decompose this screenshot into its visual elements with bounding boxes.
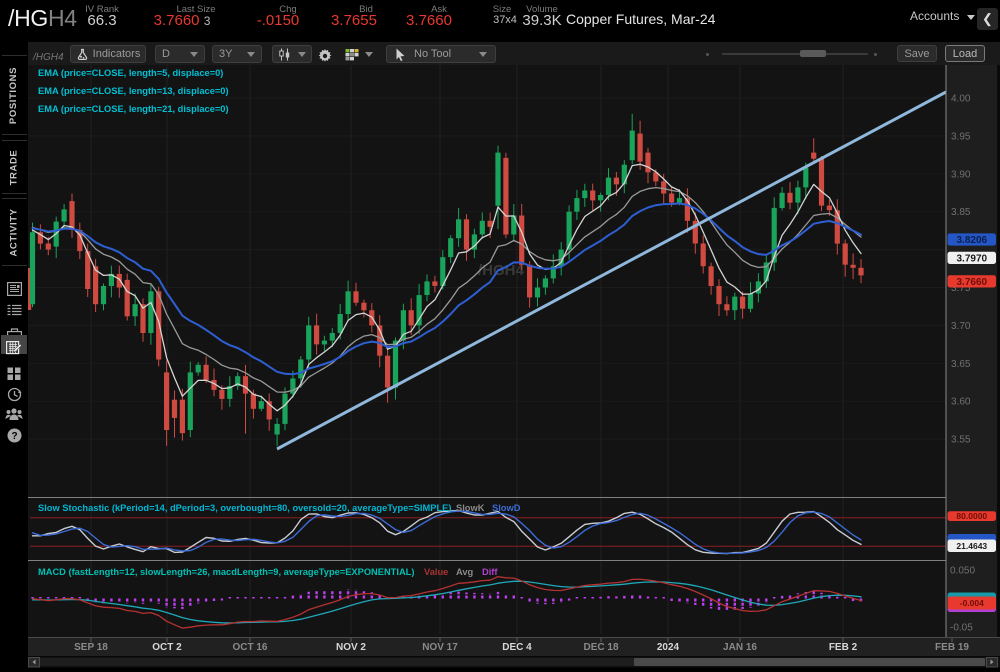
svg-text:Avg: Avg — [456, 567, 474, 577]
svg-text:-0.004: -0.004 — [960, 598, 984, 608]
svg-text:2024: 2024 — [657, 642, 680, 653]
svg-text:3.7660: 3.7660 — [957, 277, 988, 288]
svg-text:JAN 16: JAN 16 — [723, 642, 757, 653]
svg-text:3.95: 3.95 — [951, 131, 971, 142]
svg-text:DEC 4: DEC 4 — [502, 642, 532, 653]
svg-text:SlowK: SlowK — [456, 503, 485, 513]
svg-text:3.85: 3.85 — [951, 207, 971, 218]
svg-text:0.050: 0.050 — [950, 566, 975, 577]
svg-text:NOV 2: NOV 2 — [336, 642, 366, 653]
svg-text:EMA (price=CLOSE, length=13, d: EMA (price=CLOSE, length=13, displace=0) — [38, 86, 229, 96]
svg-text:OCT 2: OCT 2 — [152, 642, 182, 653]
svg-text:3.70: 3.70 — [951, 321, 971, 332]
svg-text:-0.05: -0.05 — [950, 623, 973, 634]
svg-text:?: ? — [11, 431, 17, 442]
svg-text:OCT 16: OCT 16 — [232, 642, 267, 653]
svg-text:3.65: 3.65 — [951, 359, 971, 370]
svg-text:3.7970: 3.7970 — [957, 254, 988, 265]
svg-text:DEC 18: DEC 18 — [583, 642, 618, 653]
svg-text:3.90: 3.90 — [951, 169, 971, 180]
svg-text:FEB 2: FEB 2 — [829, 642, 858, 653]
svg-text:/HGH4: /HGH4 — [478, 262, 525, 279]
svg-text:3.8206: 3.8206 — [957, 235, 988, 246]
svg-text:FEB 19: FEB 19 — [935, 642, 969, 653]
svg-text:21.4643: 21.4643 — [956, 541, 987, 551]
svg-text:80.0000: 80.0000 — [956, 511, 987, 521]
svg-text:EMA (price=CLOSE, length=21, d: EMA (price=CLOSE, length=21, displace=0) — [38, 104, 229, 114]
svg-text:MACD (fastLength=12, slowLengt: MACD (fastLength=12, slowLength=26, macd… — [38, 567, 414, 577]
svg-text:EMA (price=CLOSE, length=5, di: EMA (price=CLOSE, length=5, displace=0) — [38, 68, 223, 78]
svg-text:NOV 17: NOV 17 — [422, 642, 458, 653]
svg-text:Value: Value — [424, 567, 448, 577]
svg-text:Diff: Diff — [482, 567, 498, 577]
svg-text:4.00: 4.00 — [951, 94, 971, 105]
svg-text:SEP 18: SEP 18 — [74, 642, 108, 653]
svg-text:SlowD: SlowD — [492, 503, 521, 513]
svg-text:3.55: 3.55 — [951, 435, 971, 446]
svg-text:Slow Stochastic (kPeriod=14, d: Slow Stochastic (kPeriod=14, dPeriod=3, … — [38, 503, 451, 513]
svg-text:3.60: 3.60 — [951, 397, 971, 408]
